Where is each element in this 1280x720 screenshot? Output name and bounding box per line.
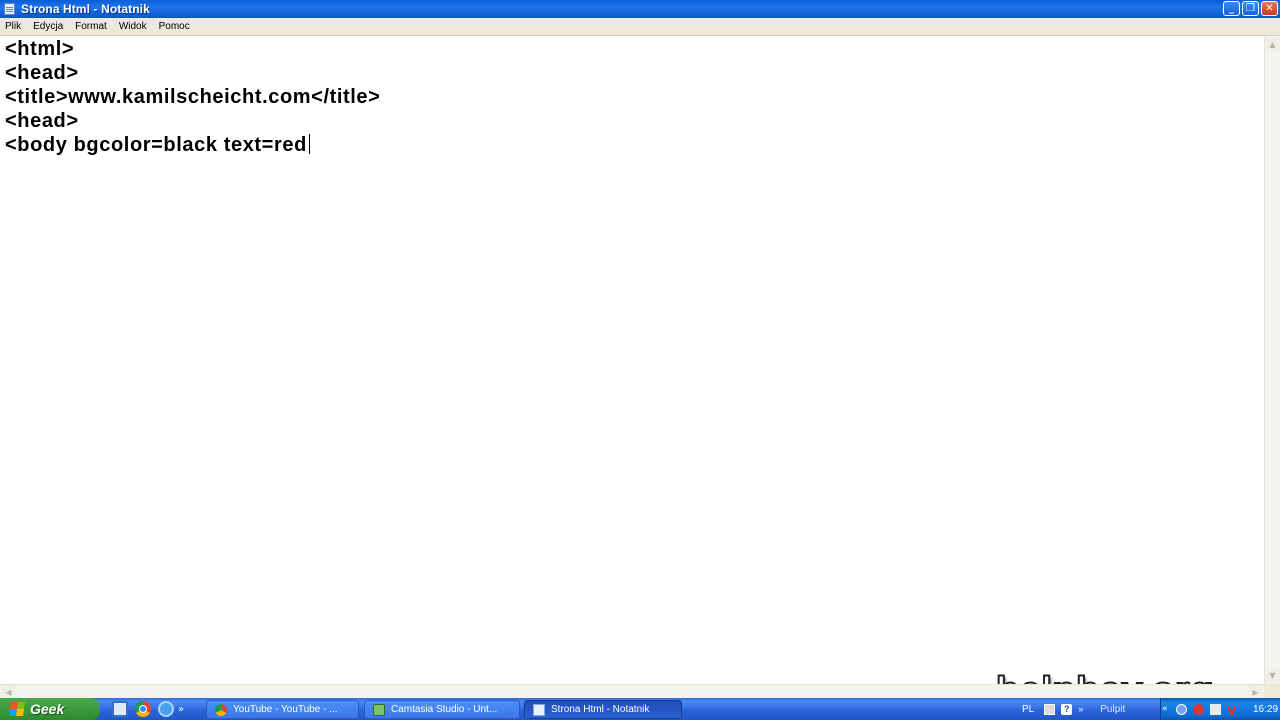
start-button[interactable]: Geek	[0, 698, 100, 720]
menu-file[interactable]: Plik	[0, 21, 27, 32]
chrome-icon	[215, 703, 227, 716]
taskbar-item-label: YouTube - YouTube - ...	[233, 704, 338, 715]
code-line: <html>	[5, 38, 75, 60]
taskbar: Geek » YouTube - YouTube - ... Camtasia …	[0, 698, 1280, 720]
chevron-right-icon[interactable]: »	[1078, 704, 1086, 715]
code-line: <title>www.kamilscheicht.com</title>	[5, 86, 381, 108]
show-desktop-icon[interactable]	[112, 701, 128, 717]
text-caret	[308, 134, 310, 154]
help-icon[interactable]: ?	[1061, 703, 1073, 715]
antivirus-icon[interactable]	[1193, 703, 1204, 715]
volume-icon[interactable]	[1210, 703, 1221, 715]
camtasia-icon	[373, 703, 385, 716]
watermark-logo: helpbay.org	[995, 669, 1215, 684]
menu-bar: Plik Edycja Format Widok Pomoc	[0, 18, 1280, 36]
menu-format[interactable]: Format	[69, 21, 113, 32]
security-v-icon[interactable]: V	[1227, 704, 1239, 718]
network-icon[interactable]	[1176, 703, 1187, 715]
window-controls: _ ❐ ✕	[1223, 1, 1278, 16]
menu-help[interactable]: Pomoc	[153, 21, 196, 32]
taskbar-item-label: Camtasia Studio - Unt...	[391, 704, 498, 715]
vertical-scrollbar[interactable]: ▲ ▼	[1264, 36, 1280, 684]
scroll-up-icon[interactable]: ▲	[1265, 37, 1280, 52]
notification-icons: « V 16:29	[1162, 698, 1278, 720]
start-label: Geek	[30, 701, 65, 717]
desktop-toolbar-label[interactable]: Pulpit	[1100, 704, 1125, 715]
code-line: <head>	[5, 62, 79, 84]
scroll-down-icon[interactable]: ▼	[1265, 668, 1280, 683]
chevron-left-icon[interactable]: «	[1162, 704, 1170, 715]
taskbar-item-youtube[interactable]: YouTube - YouTube - ...	[206, 700, 359, 719]
internet-explorer-icon[interactable]	[158, 701, 174, 717]
chrome-icon[interactable]	[135, 701, 151, 717]
code-line: <head>	[5, 110, 79, 132]
code-line-text: <body bgcolor=black text=red	[5, 134, 307, 156]
quick-launch: »	[112, 701, 184, 717]
maximize-button[interactable]: ❐	[1242, 1, 1259, 16]
window-titlebar[interactable]: Strona Html - Notatnik _ ❐ ✕	[0, 0, 1280, 18]
keyboard-icon[interactable]	[1044, 703, 1056, 715]
notepad-icon	[533, 703, 545, 716]
text-editor[interactable]: <html> <head> <title>www.kamilscheicht.c…	[0, 36, 1264, 684]
chevron-right-icon[interactable]: »	[178, 704, 184, 715]
close-button[interactable]: ✕	[1261, 1, 1278, 16]
menu-view[interactable]: Widok	[113, 21, 153, 32]
code-line-current: <body bgcolor=black text=red	[5, 133, 310, 157]
notepad-icon	[4, 3, 15, 15]
taskbar-item-notepad[interactable]: Strona Html - Notatnik	[524, 700, 682, 719]
clock[interactable]: 16:29	[1253, 704, 1278, 715]
language-indicator[interactable]: PL	[1022, 704, 1034, 715]
window-title: Strona Html - Notatnik	[21, 2, 150, 16]
taskbar-item-label: Strona Html - Notatnik	[551, 704, 650, 715]
menu-edit[interactable]: Edycja	[27, 21, 69, 32]
minimize-button[interactable]: _	[1223, 1, 1240, 16]
taskbar-item-camtasia[interactable]: Camtasia Studio - Unt...	[364, 700, 520, 719]
windows-logo-icon	[9, 702, 25, 716]
